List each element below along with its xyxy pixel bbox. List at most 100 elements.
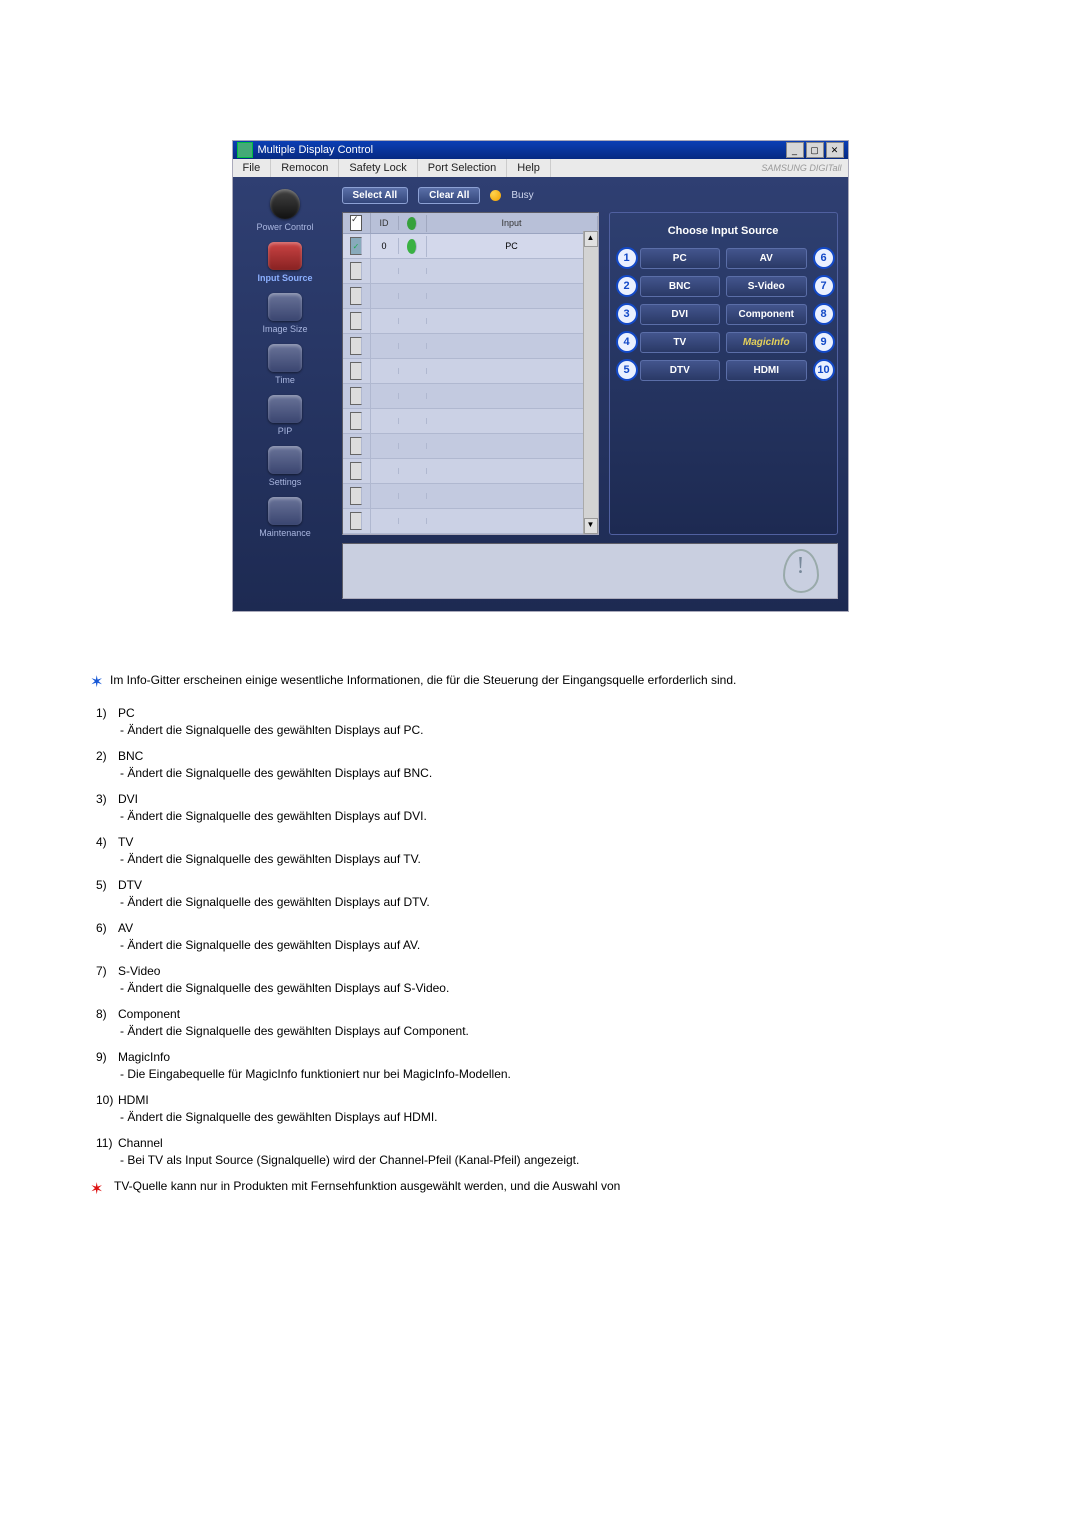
menu-safety-lock[interactable]: Safety Lock [339, 159, 417, 177]
row-checkbox[interactable] [350, 362, 362, 380]
panel-title: Choose Input Source [616, 221, 831, 247]
row-checkbox[interactable] [350, 287, 362, 305]
sidebar-item-label: Settings [269, 477, 302, 487]
src-tv-button[interactable]: TV [640, 332, 721, 353]
list-title: S-Video [118, 964, 160, 978]
footer-bar [342, 543, 838, 599]
list-title: DTV [118, 878, 142, 892]
table-row[interactable] [343, 334, 598, 359]
list-item: 1)PC- Ändert die Signalquelle des gewähl… [96, 706, 990, 737]
list-description: - Die Eingabequelle für MagicInfo funkti… [96, 1067, 990, 1081]
sidebar-item-label: Image Size [262, 324, 307, 334]
choose-input-source-panel: Choose Input Source 1 PC AV 6 2 BNC S-Vi… [609, 212, 838, 535]
list-item: 6)AV - Ändert die Signalquelle des gewähl… [96, 921, 990, 952]
table-row[interactable]: 0 PC [343, 234, 598, 259]
list-number: 10) [96, 1093, 118, 1107]
row-checkbox[interactable] [350, 312, 362, 330]
maximize-button[interactable]: ▢ [806, 142, 824, 158]
sidebar-item-label: Time [275, 375, 295, 385]
row-checkbox[interactable] [350, 437, 362, 455]
close-button[interactable]: ✕ [826, 142, 844, 158]
menu-file[interactable]: File [233, 159, 272, 177]
clear-all-button[interactable]: Clear All [418, 187, 480, 204]
row-checkbox[interactable] [350, 462, 362, 480]
src-magicinfo-button[interactable]: MagicInfo [726, 332, 807, 353]
list-title: AV [118, 921, 133, 935]
app-window: Multiple Display Control _ ▢ ✕ File Remo… [232, 140, 849, 612]
star-icon: ✶ [90, 672, 110, 692]
table-row[interactable] [343, 384, 598, 409]
sidebar-item-input-source[interactable]: Input Source [237, 242, 334, 283]
table-row[interactable] [343, 484, 598, 509]
settings-icon [268, 446, 302, 474]
sidebar-item-image-size[interactable]: Image Size [237, 293, 334, 334]
brand-label: SAMSUNG DIGITall [761, 163, 847, 173]
list-title: MagicInfo [118, 1050, 170, 1064]
list-number: 11) [96, 1136, 118, 1150]
src-dtv-button[interactable]: DTV [640, 360, 721, 381]
app-icon [237, 142, 253, 158]
sidebar-item-settings[interactable]: Settings [237, 446, 334, 487]
workspace: Select All Clear All Busy ID Input [338, 177, 848, 611]
row-checkbox[interactable] [350, 412, 362, 430]
table-row[interactable] [343, 259, 598, 284]
table-row[interactable] [343, 284, 598, 309]
table-row[interactable] [343, 434, 598, 459]
list-description: - Ändert die Signalquelle des gewählten … [96, 1024, 990, 1038]
table-row[interactable] [343, 459, 598, 484]
src-bnc-button[interactable]: BNC [640, 276, 721, 297]
list-number: 8) [96, 1007, 118, 1021]
src-dvi-button[interactable]: DVI [640, 304, 721, 325]
sidebar-item-label: Power Control [256, 222, 313, 232]
scroll-up-icon[interactable]: ▲ [584, 231, 598, 247]
sidebar-item-power-control[interactable]: Power Control [237, 189, 334, 232]
sidebar-item-maintenance[interactable]: Maintenance [237, 497, 334, 538]
table-row[interactable] [343, 409, 598, 434]
table-row[interactable] [343, 359, 598, 384]
select-all-button[interactable]: Select All [342, 187, 409, 204]
list-description: - Ändert die Signalquelle des gewählten … [96, 1110, 990, 1124]
src-svideo-button[interactable]: S-Video [726, 276, 807, 297]
list-number: 9) [96, 1050, 118, 1064]
list-number: 6) [96, 921, 118, 935]
list-item: 10)HDMI - Ändert die Signalquelle des gew… [96, 1093, 990, 1124]
sidebar-item-label: Maintenance [259, 528, 311, 538]
row-checkbox[interactable] [350, 337, 362, 355]
menu-remocon[interactable]: Remocon [271, 159, 339, 177]
number-badge: 6 [813, 247, 835, 269]
select-all-checkbox-icon[interactable] [350, 215, 362, 231]
list-title: Component [118, 1007, 180, 1021]
intro-text: Im Info-Gitter erscheinen einige wesentl… [110, 672, 990, 692]
scroll-down-icon[interactable]: ▼ [584, 518, 598, 534]
row-checkbox[interactable] [350, 262, 362, 280]
row-checkbox[interactable] [350, 512, 362, 530]
grid-scrollbar[interactable]: ▲ ▼ [583, 231, 598, 534]
list-description: - Ändert die Signalquelle des gewählten … [96, 895, 990, 909]
list-number: 2) [96, 749, 118, 763]
footnote-text: TV-Quelle kann nur in Produkten mit Fern… [110, 1179, 620, 1199]
src-av-button[interactable]: AV [726, 248, 807, 269]
list-title: DVI [118, 792, 138, 806]
row-checkbox[interactable] [350, 237, 362, 255]
display-grid: ID Input 0 PC [342, 212, 599, 535]
src-component-button[interactable]: Component [726, 304, 807, 325]
table-row[interactable] [343, 309, 598, 334]
minimize-button[interactable]: _ [786, 142, 804, 158]
list-item: 4)TV- Ändert die Signalquelle des gewähl… [96, 835, 990, 866]
src-pc-button[interactable]: PC [640, 248, 721, 269]
list-title: PC [118, 706, 135, 720]
sidebar-item-time[interactable]: Time [237, 344, 334, 385]
list-description: - Ändert die Signalquelle des gewählten … [96, 938, 990, 952]
src-hdmi-button[interactable]: HDMI [726, 360, 807, 381]
menu-help[interactable]: Help [507, 159, 551, 177]
row-checkbox[interactable] [350, 487, 362, 505]
number-badge: 5 [616, 359, 638, 381]
number-badge: 8 [813, 303, 835, 325]
menu-port-selection[interactable]: Port Selection [418, 159, 507, 177]
row-checkbox[interactable] [350, 387, 362, 405]
list-title: HDMI [118, 1093, 149, 1107]
sidebar-item-pip[interactable]: PIP [237, 395, 334, 436]
list-item: 3)DVI- Ändert die Signalquelle des gewäh… [96, 792, 990, 823]
number-badge: 7 [813, 275, 835, 297]
table-row[interactable] [343, 509, 598, 534]
